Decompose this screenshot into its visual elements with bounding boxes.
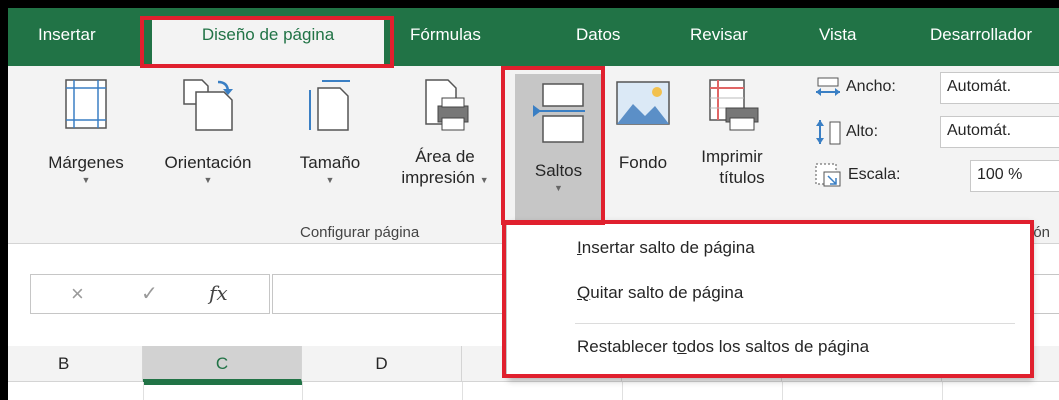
menu-text: nsertar salto de página bbox=[581, 238, 755, 257]
ribbon-panel: Márgenes ▼ Orientación ▼ Tamaño ▼ Área d… bbox=[8, 66, 1059, 244]
imprimir-titulos-button[interactable]: Imprimir títulos bbox=[682, 78, 782, 188]
scale-icon bbox=[815, 163, 841, 187]
menu-item-restablecer-saltos[interactable]: Restablecer todos los saltos de página bbox=[577, 337, 869, 357]
orientacion-button[interactable]: Orientación ▼ bbox=[150, 78, 266, 187]
height-icon bbox=[816, 120, 841, 145]
menu-accesskey: o bbox=[677, 337, 687, 356]
tab-insertar[interactable]: Insertar bbox=[38, 25, 96, 45]
saltos-label: Saltos bbox=[534, 161, 583, 180]
area-impresion-text: impresión bbox=[401, 168, 476, 187]
size-icon bbox=[309, 80, 350, 131]
menu-item-insertar-salto[interactable]: Insertar salto de página bbox=[577, 238, 755, 258]
column-header-c[interactable]: C bbox=[143, 346, 302, 382]
imprimir-label-1: Imprimir bbox=[701, 147, 763, 166]
scale-group-label: ión bbox=[1030, 224, 1051, 241]
excel-window: Insertar Diseño de página Fórmulas Datos… bbox=[8, 8, 1059, 400]
tab-formulas[interactable]: Fórmulas bbox=[410, 25, 481, 45]
orientation-icon bbox=[183, 79, 233, 131]
cancel-icon[interactable]: × bbox=[71, 281, 84, 307]
menu-item-quitar-salto[interactable]: Quitar salto de página bbox=[577, 283, 743, 303]
ribbon-tab-bar: Insertar Diseño de página Fórmulas Datos… bbox=[8, 8, 1059, 66]
menu-text: dos los saltos de página bbox=[686, 337, 870, 356]
cell-grid[interactable] bbox=[8, 382, 1059, 400]
margins-icon bbox=[65, 79, 107, 129]
menu-text: uitar salto de página bbox=[590, 283, 744, 302]
selected-cell-border bbox=[144, 382, 302, 385]
tamano-label: Tamaño bbox=[299, 153, 361, 172]
tab-datos[interactable]: Datos bbox=[576, 25, 620, 45]
fondo-label: Fondo bbox=[618, 153, 668, 172]
area-impresion-label-1: Área de bbox=[415, 147, 475, 166]
area-impresion-label-2: impresión ▼ bbox=[386, 167, 504, 191]
margenes-button[interactable]: Márgenes ▼ bbox=[36, 78, 136, 187]
chevron-down-icon: ▼ bbox=[81, 175, 91, 185]
ancho-label: Ancho: bbox=[846, 78, 896, 95]
margenes-label: Márgenes bbox=[48, 153, 124, 172]
width-icon bbox=[816, 77, 840, 96]
escala-input[interactable]: 100 % bbox=[970, 160, 1059, 192]
grid-line bbox=[622, 382, 623, 400]
tab-vista[interactable]: Vista bbox=[819, 25, 857, 45]
ancho-select[interactable]: Automát. bbox=[940, 72, 1059, 104]
chevron-down-icon: ▼ bbox=[325, 175, 335, 185]
alto-row: Alto: bbox=[814, 118, 878, 146]
ancho-row: Ancho: bbox=[814, 76, 896, 98]
tab-desarrollador[interactable]: Desarrollador bbox=[930, 25, 1032, 45]
menu-separator bbox=[575, 323, 1015, 324]
area-impresion-button[interactable]: Área de impresión ▼ bbox=[386, 78, 504, 191]
escala-row: Escala: bbox=[814, 162, 900, 188]
enter-icon[interactable]: ✓ bbox=[141, 281, 158, 306]
background-image-icon bbox=[616, 81, 670, 125]
alto-label: Alto: bbox=[846, 123, 879, 140]
grid-line bbox=[302, 382, 303, 400]
fondo-button[interactable]: Fondo bbox=[606, 78, 680, 173]
tab-revisar[interactable]: Revisar bbox=[690, 25, 748, 45]
saltos-dropdown-menu: Insertar salto de página Quitar salto de… bbox=[506, 220, 1031, 378]
escala-label: Escala: bbox=[848, 166, 901, 183]
column-header-b[interactable]: B bbox=[8, 346, 143, 382]
tamano-button[interactable]: Tamaño ▼ bbox=[290, 78, 370, 187]
menu-text: Restablecer t bbox=[577, 337, 678, 356]
chevron-down-icon: ▼ bbox=[203, 175, 213, 185]
grid-line bbox=[462, 382, 463, 400]
alto-select[interactable]: Automát. bbox=[940, 116, 1059, 148]
print-titles-icon bbox=[709, 79, 759, 131]
saltos-button[interactable]: Saltos ▼ bbox=[515, 74, 602, 224]
menu-accesskey: Q bbox=[577, 283, 591, 302]
insert-function-icon[interactable]: fx bbox=[209, 281, 228, 305]
grid-line bbox=[942, 382, 943, 400]
column-header-d[interactable]: D bbox=[302, 346, 462, 382]
configurar-pagina-group-label: Configurar página bbox=[300, 224, 420, 241]
grid-line bbox=[782, 382, 783, 400]
imprimir-label-2: títulos bbox=[719, 168, 765, 187]
formula-controls: × ✓ fx bbox=[30, 274, 270, 314]
chevron-down-icon: ▼ bbox=[479, 175, 489, 185]
chevron-down-icon: ▼ bbox=[554, 183, 563, 193]
print-area-icon bbox=[425, 79, 469, 131]
tab-diseno-de-pagina[interactable]: Diseño de página bbox=[152, 17, 384, 66]
orientacion-label: Orientación bbox=[164, 153, 252, 172]
page-break-icon bbox=[532, 83, 585, 143]
